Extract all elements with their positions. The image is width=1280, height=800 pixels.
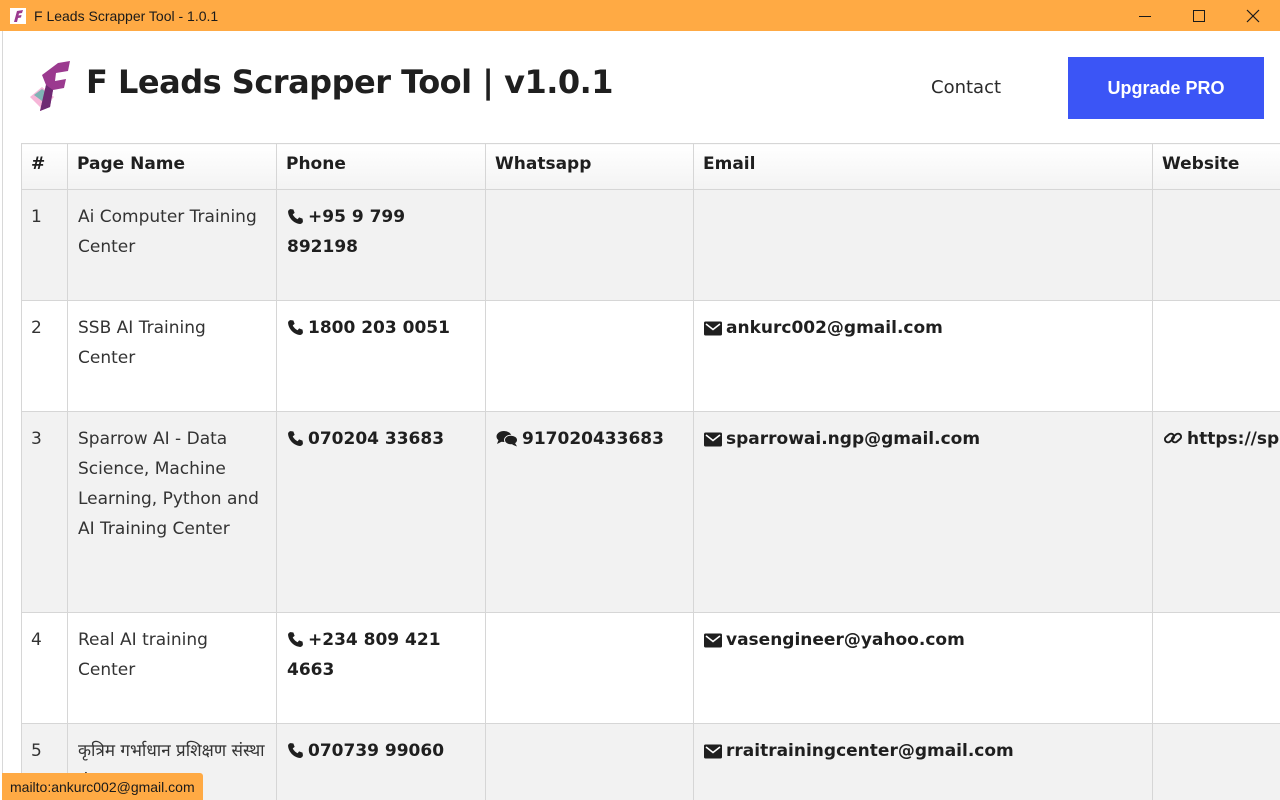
envelope-icon <box>704 633 722 648</box>
email-cell[interactable]: rraitrainingcenter@gmail.com <box>693 723 1153 800</box>
table-header-row: # Page Name Phone Whatsapp Email Website <box>21 143 1280 190</box>
email-cell <box>693 189 1153 301</box>
contact-link[interactable]: Contact <box>931 77 1001 98</box>
whatsapp-cell <box>485 189 694 301</box>
phone-text: +95 9 799 892198 <box>287 207 406 257</box>
column-header-phone: Phone <box>276 143 486 190</box>
whatsapp-cell <box>485 300 694 412</box>
phone-icon <box>288 632 303 647</box>
page-name-cell: Real AI training Center <box>67 612 277 724</box>
app-header: F Leads Scrapper Tool | v1.0.1 Contact U… <box>4 31 1280 143</box>
email-text: ankurc002@gmail.com <box>726 318 943 338</box>
envelope-icon <box>704 321 722 336</box>
website-cell <box>1152 612 1280 724</box>
website-cell[interactable]: https://sp <box>1152 411 1280 613</box>
phone-icon <box>288 320 303 335</box>
page-name-cell: Ai Computer Training Center <box>67 189 277 301</box>
window-titlebar: F Leads Scrapper Tool - 1.0.1 <box>0 0 1280 31</box>
envelope-icon <box>704 744 722 759</box>
minimize-icon[interactable] <box>1118 0 1172 31</box>
whatsapp-cell <box>485 612 694 724</box>
column-header-whatsapp: Whatsapp <box>485 143 694 190</box>
phone-cell[interactable]: 070204 33683 <box>276 411 486 613</box>
phone-icon <box>288 431 303 446</box>
website-cell <box>1152 189 1280 301</box>
table-row: 4 Real AI training Center +234 809 421 4… <box>21 612 1280 724</box>
phone-cell[interactable]: 070739 99060 <box>276 723 486 800</box>
close-icon[interactable] <box>1226 0 1280 31</box>
logo-icon <box>30 61 70 111</box>
phone-cell[interactable]: 1800 203 0051 <box>276 300 486 412</box>
link-icon <box>1163 432 1183 444</box>
website-cell <box>1152 723 1280 800</box>
email-text: rraitrainingcenter@gmail.com <box>726 741 1014 761</box>
app-brand-title: F Leads Scrapper Tool | v1.0.1 <box>86 63 614 101</box>
window-left-edge <box>0 31 3 800</box>
app-icon <box>10 7 26 24</box>
window-title: F Leads Scrapper Tool - 1.0.1 <box>34 7 219 24</box>
row-index: 3 <box>21 411 68 613</box>
email-cell[interactable]: sparrowai.ngp@gmail.com <box>693 411 1153 613</box>
phone-icon <box>288 209 303 224</box>
row-index: 2 <box>21 300 68 412</box>
table-row: 1 Ai Computer Training Center +95 9 799 … <box>21 189 1280 301</box>
column-header-index: # <box>21 143 68 190</box>
envelope-icon <box>704 432 722 447</box>
column-header-email: Email <box>693 143 1153 190</box>
table-row: 3 Sparrow AI - Data Science, Machine Lea… <box>21 411 1280 613</box>
leads-table: # Page Name Phone Whatsapp Email Website… <box>21 143 1280 800</box>
chat-bubbles-icon <box>496 431 518 447</box>
email-cell[interactable]: ankurc002@gmail.com <box>693 300 1153 412</box>
row-index: 1 <box>21 189 68 301</box>
column-header-website: Website <box>1152 143 1280 190</box>
column-header-page-name: Page Name <box>67 143 277 190</box>
whatsapp-cell[interactable]: 917020433683 <box>485 411 694 613</box>
website-text: https://sp <box>1187 429 1280 449</box>
phone-text: 070739 99060 <box>308 741 445 761</box>
upgrade-pro-button[interactable]: Upgrade PRO <box>1068 57 1264 119</box>
phone-cell[interactable]: +95 9 799 892198 <box>276 189 486 301</box>
table-row: 5 कृत्रिम गर्भाधान प्रशिक्षण संस्था मंडल… <box>21 723 1280 800</box>
phone-text: 1800 203 0051 <box>308 318 450 338</box>
row-index: 4 <box>21 612 68 724</box>
maximize-icon[interactable] <box>1172 0 1226 31</box>
leads-table-container[interactable]: # Page Name Phone Whatsapp Email Website… <box>21 143 1280 800</box>
phone-text: 070204 33683 <box>308 429 445 449</box>
page-name-cell: Sparrow AI - Data Science, Machine Learn… <box>67 411 277 613</box>
whatsapp-text: 917020433683 <box>522 429 664 449</box>
email-text: vasengineer@yahoo.com <box>726 630 965 650</box>
phone-cell[interactable]: +234 809 421 4663 <box>276 612 486 724</box>
phone-text: +234 809 421 4663 <box>287 630 441 680</box>
table-row: 2 SSB AI Training Center 1800 203 0051 a… <box>21 300 1280 412</box>
website-cell <box>1152 300 1280 412</box>
phone-icon <box>288 743 303 758</box>
whatsapp-cell <box>485 723 694 800</box>
email-text: sparrowai.ngp@gmail.com <box>726 429 981 449</box>
email-cell[interactable]: vasengineer@yahoo.com <box>693 612 1153 724</box>
status-bar-link-preview: mailto:ankurc002@gmail.com <box>2 773 203 800</box>
page-name-cell: SSB AI Training Center <box>67 300 277 412</box>
